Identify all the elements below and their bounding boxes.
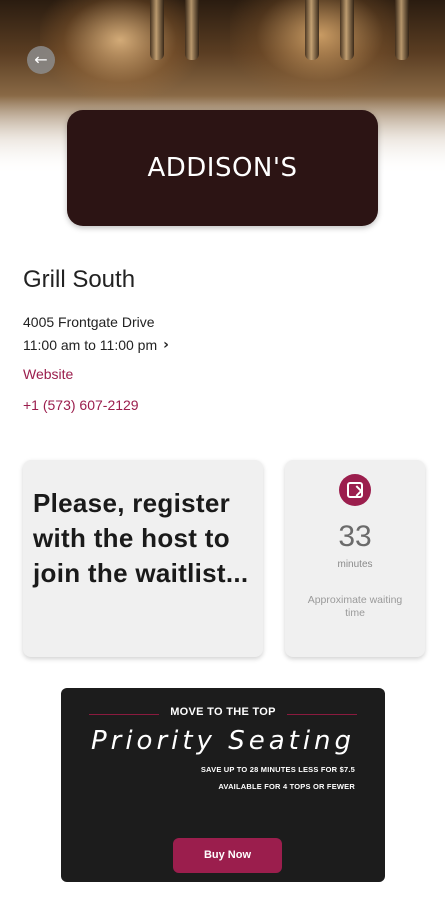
hours-text: 11:00 am to 11:00 pm	[23, 337, 158, 353]
promo-savings: SAVE UP TO 28 MINUTES LESS FOR $7.5	[200, 765, 355, 774]
promo-title: Priority Seating	[90, 726, 356, 756]
waitlist-message-card: Please, register with the host to join t…	[23, 460, 263, 657]
promo-kicker: MOVE TO THE TOP	[170, 706, 276, 718]
hours-row[interactable]: 11:00 am to 11:00 pm ›	[23, 337, 169, 353]
back-button[interactable]: ←	[27, 46, 55, 74]
wait-time-value: 33	[338, 520, 372, 553]
wait-time-unit: minutes	[337, 559, 373, 570]
waitlist-message: Please, register with the host to join t…	[33, 488, 249, 588]
restaurant-name: Grill South	[23, 266, 136, 293]
priority-seating-promo: MOVE TO THE TOP Priority Seating SAVE UP…	[61, 688, 385, 882]
phone-link[interactable]: +1 (573) 607-2129	[23, 397, 139, 413]
restaurant-address: 4005 Frontgate Drive	[23, 314, 155, 330]
wait-time-caption: Approximate waiting time	[307, 594, 403, 619]
website-link[interactable]: Website	[23, 366, 73, 382]
restaurant-logo: ADDISON'S	[67, 110, 378, 226]
arrow-left-icon: ←	[34, 50, 48, 69]
buy-now-button[interactable]: Buy Now	[173, 838, 282, 873]
chevron-right-icon: ›	[163, 337, 169, 353]
wait-time-card: 33 minutes Approximate waiting time	[285, 460, 425, 657]
logo-text: ADDISON'S	[147, 153, 298, 183]
promo-availability: AVAILABLE FOR 4 TOPS OR FEWER	[218, 782, 355, 791]
waitlist-icon	[339, 474, 371, 506]
